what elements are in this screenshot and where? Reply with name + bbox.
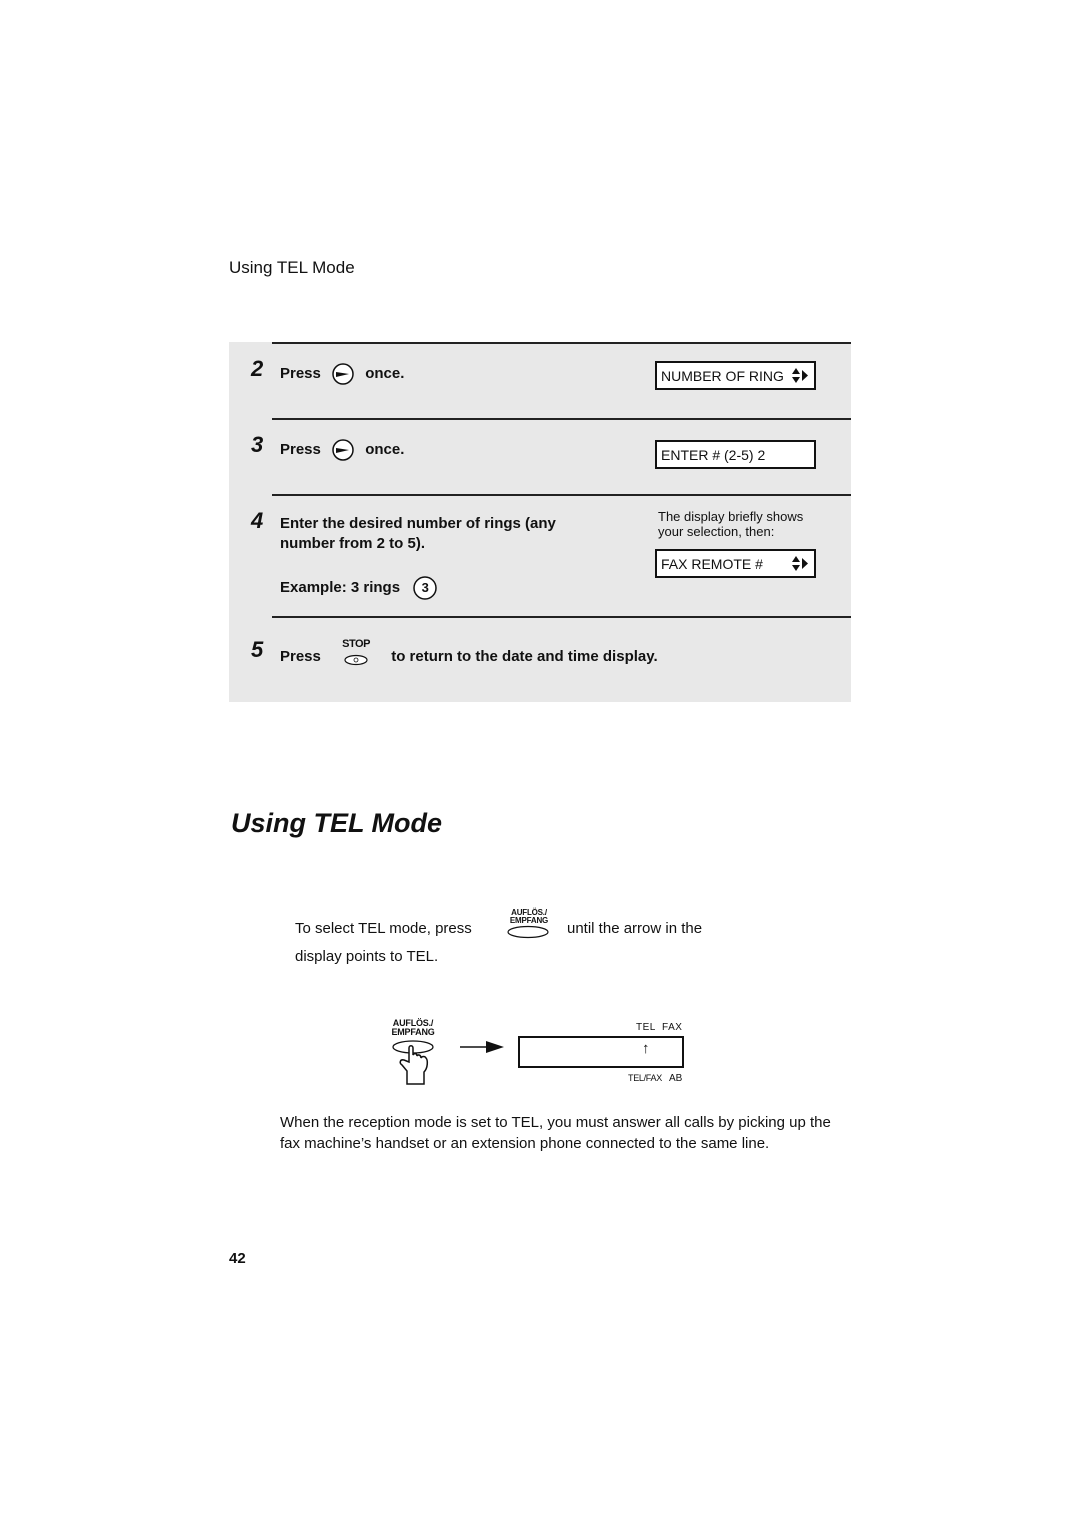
step-instruction: Enter the desired number of rings (any n… [280, 514, 556, 554]
step-instruction: Press once. [280, 438, 404, 462]
divider [272, 418, 851, 420]
right-arrow-button-icon [332, 439, 354, 461]
running-head: Using TEL Mode [229, 258, 355, 277]
lcd-text: FAX REMOTE # [661, 556, 763, 572]
mode-bottom-label-ab: AB [669, 1073, 683, 1084]
divider [272, 616, 851, 618]
display-note: The display briefly shows your selection… [658, 509, 804, 539]
divider [272, 342, 851, 344]
lcd-display: NUMBER OF RING [655, 361, 816, 390]
instruction-line: number from 2 to 5). [280, 535, 426, 552]
step-number: 4 [251, 508, 264, 533]
arrow-right-icon [460, 1041, 504, 1053]
illustration-button-label: AUFLÖS./ EMPFANG [391, 1018, 435, 1037]
once-label: once. [365, 364, 405, 382]
up-down-right-arrows-icon [792, 556, 808, 571]
section-title: Using TEL Mode [231, 808, 443, 838]
lcd-display: ENTER # (2-5) 2 [655, 440, 816, 469]
stop-button-icon: STOP [339, 638, 373, 666]
up-down-right-arrows-icon [792, 368, 808, 383]
instruction-line-1-end: until the arrow in the [567, 920, 703, 937]
stop-instruction-text: to return to the date and time display. [391, 647, 658, 665]
mode-top-labels: TEL FAX [636, 1022, 683, 1033]
once-label: once. [365, 440, 405, 458]
right-arrow-button-icon [332, 363, 354, 385]
step-number: 3 [251, 432, 264, 457]
press-label: Press [280, 440, 321, 458]
lcd-display: FAX REMOTE # [655, 549, 816, 578]
page-number: 42 [229, 1250, 246, 1267]
body-paragraph: When the reception mode is set to TEL, y… [280, 1114, 831, 1152]
instruction-line-2: display points to TEL. [295, 948, 439, 965]
divider [272, 494, 851, 496]
mode-bottom-label-telfax: TEL/FAX [628, 1073, 662, 1083]
step-number: 2 [251, 356, 264, 381]
mode-display: ↑ [518, 1036, 684, 1068]
press-label: Press [280, 364, 321, 382]
steps-panel: 2 Press once. NUMBER OF RING 3 Press onc… [229, 342, 851, 702]
mode-pointer-arrow-icon: ↑ [642, 1040, 650, 1057]
instruction-line-1: To select TEL mode, press [295, 920, 472, 937]
press-label: Press [280, 647, 321, 665]
key-3-icon: 3 [412, 575, 438, 601]
step-instruction: Press once. [280, 362, 404, 386]
lcd-text: NUMBER OF RING [661, 368, 784, 384]
auflos-empfang-button-icon: AUFLÖS./ EMPFANG [505, 909, 553, 939]
example-label: Example: 3 rings [280, 578, 401, 596]
instruction-line: Enter the desired number of rings (any [280, 515, 556, 532]
finger-pressing-button-icon [392, 1040, 434, 1085]
lcd-text: ENTER # (2-5) 2 [661, 447, 766, 463]
step-number: 5 [251, 637, 264, 662]
example: Example: 3 rings 3 [280, 575, 438, 601]
step-instruction: Press STOP to return to the date and tim… [280, 638, 658, 670]
